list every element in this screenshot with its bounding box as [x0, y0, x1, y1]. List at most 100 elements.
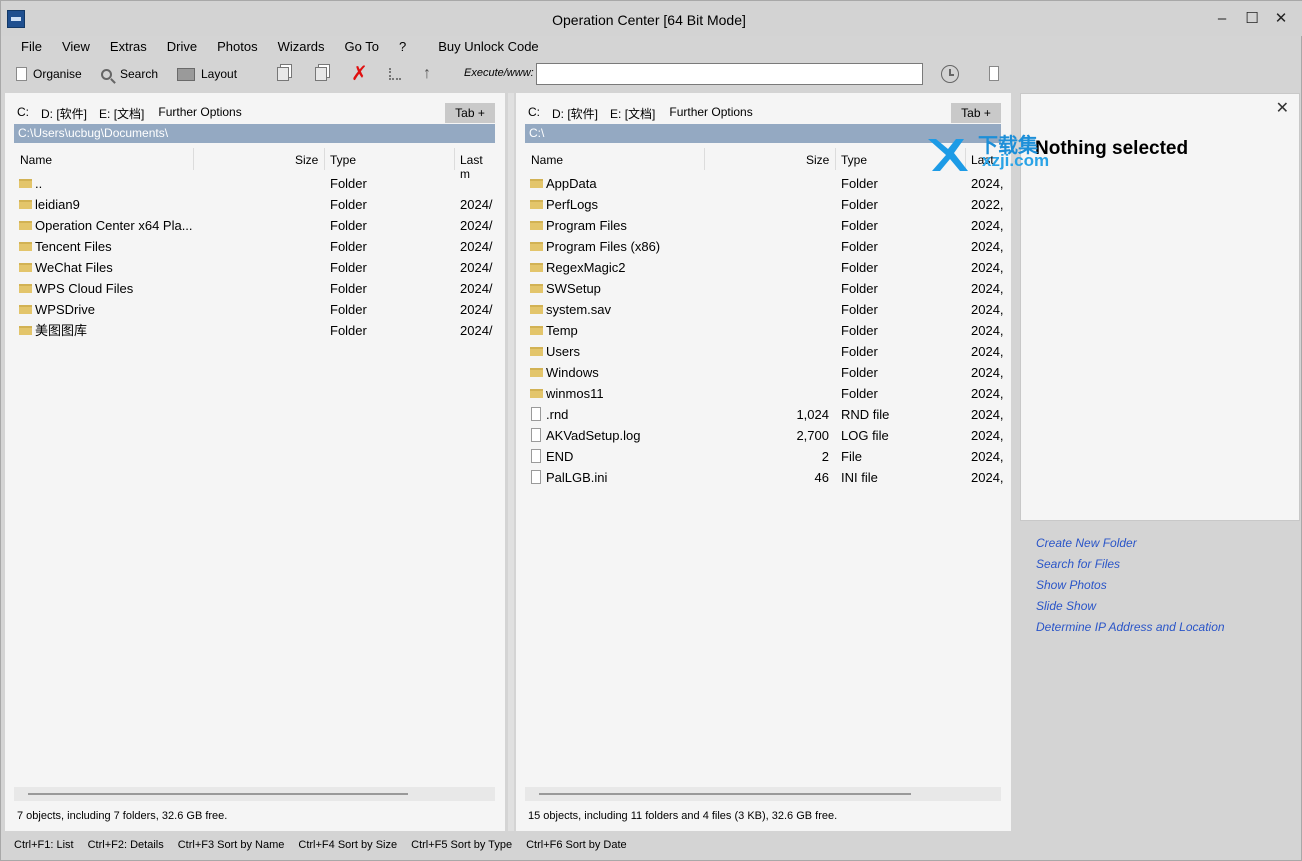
table-row[interactable]: WPS Cloud Files Folder 2024/ — [14, 278, 495, 299]
table-row[interactable]: winmos11 Folder 2024, — [525, 383, 1004, 404]
horizontal-scrollbar[interactable] — [525, 787, 1001, 801]
scroll-thumb[interactable] — [539, 793, 911, 795]
cell-type: Folder — [841, 197, 878, 212]
search-label: Search — [120, 67, 159, 81]
menu-goto[interactable]: Go To — [335, 37, 389, 57]
table-row[interactable]: PalLGB.ini 46 INI file 2024, — [525, 467, 1004, 488]
menu-help[interactable]: ? — [389, 37, 416, 57]
table-row[interactable]: .. Folder — [14, 173, 495, 194]
scroll-thumb[interactable] — [28, 793, 408, 795]
close-icon[interactable]: ✕ — [1276, 98, 1289, 118]
drive-e[interactable]: E: [文档] — [610, 105, 655, 122]
table-row[interactable]: AKVadSetup.log 2,700 LOG file 2024, — [525, 425, 1004, 446]
table-row[interactable]: Program Files (x86) Folder 2024, — [525, 236, 1004, 257]
table-row[interactable]: END 2 File 2024, — [525, 446, 1004, 467]
horizontal-scrollbar[interactable] — [14, 787, 495, 801]
menu-buy-unlock[interactable]: Buy Unlock Code — [428, 37, 548, 57]
table-row[interactable]: Windows Folder 2024, — [525, 362, 1004, 383]
delete-button[interactable]: ✗ — [351, 64, 368, 84]
folder-icon — [19, 221, 32, 230]
pane-splitter[interactable] — [508, 93, 514, 831]
cell-type: Folder — [330, 239, 367, 254]
table-row[interactable]: Users Folder 2024, — [525, 341, 1004, 362]
table-row[interactable]: WPSDrive Folder 2024/ — [14, 299, 495, 320]
copy-button[interactable] — [277, 66, 289, 82]
link-search-files[interactable]: Search for Files — [1036, 557, 1225, 578]
drive-d[interactable]: D: [软件] — [41, 105, 87, 122]
col-size[interactable]: Size — [806, 153, 829, 167]
cell-name: Users — [546, 344, 580, 359]
page-icon[interactable] — [989, 66, 999, 81]
link-ip-address[interactable]: Determine IP Address and Location — [1036, 620, 1225, 641]
cell-date: 2024/ — [460, 239, 493, 254]
further-options[interactable]: Further Options — [158, 105, 241, 122]
cell-type: Folder — [841, 218, 878, 233]
drive-c[interactable]: C: — [17, 105, 29, 122]
execute-input[interactable] — [536, 63, 923, 85]
table-row[interactable]: Program Files Folder 2024, — [525, 215, 1004, 236]
paste-button[interactable] — [315, 66, 327, 82]
menu-file[interactable]: File — [11, 37, 52, 57]
table-row[interactable]: Operation Center x64 Pla... Folder 2024/ — [14, 215, 495, 236]
folder-icon — [530, 221, 543, 230]
folder-icon — [19, 326, 32, 335]
tree-button[interactable] — [389, 66, 401, 82]
col-name[interactable]: Name — [20, 153, 52, 167]
table-row[interactable]: Tencent Files Folder 2024/ — [14, 236, 495, 257]
table-row[interactable]: leidian9 Folder 2024/ — [14, 194, 495, 215]
menu-drive[interactable]: Drive — [157, 37, 207, 57]
shortcut-sort-date[interactable]: Ctrl+F6 Sort by Date — [519, 834, 634, 860]
maximize-icon[interactable]: ☐ — [1241, 10, 1263, 28]
layout-button[interactable]: Layout — [177, 66, 237, 82]
tab-add-button[interactable]: Tab + — [951, 103, 1001, 123]
shortcut-sort-name[interactable]: Ctrl+F3 Sort by Name — [171, 834, 292, 860]
cell-size: 1,024 — [796, 407, 829, 422]
cell-date: 2024/ — [460, 260, 493, 275]
cell-date: 2024/ — [460, 323, 493, 338]
folder-icon — [530, 179, 543, 188]
path-bar[interactable]: C:\Users\ucbug\Documents\ — [14, 124, 495, 143]
cell-type: Folder — [841, 239, 878, 254]
organise-button[interactable]: Organise — [16, 66, 82, 82]
menu-extras[interactable]: Extras — [100, 37, 157, 57]
status-text: 15 objects, including 11 folders and 4 f… — [528, 810, 838, 822]
table-row[interactable]: .rnd 1,024 RND file 2024, — [525, 404, 1004, 425]
link-create-folder[interactable]: Create New Folder — [1036, 536, 1225, 557]
link-show-photos[interactable]: Show Photos — [1036, 578, 1225, 599]
drive-d[interactable]: D: [软件] — [552, 105, 598, 122]
col-separator — [193, 148, 194, 170]
menu-photos[interactable]: Photos — [207, 37, 267, 57]
shortcut-details[interactable]: Ctrl+F2: Details — [81, 834, 171, 860]
col-size[interactable]: Size — [295, 153, 318, 167]
drive-c[interactable]: C: — [528, 105, 540, 122]
minimize-icon[interactable]: – — [1211, 10, 1233, 28]
cell-name: Program Files — [546, 218, 627, 233]
link-slide-show[interactable]: Slide Show — [1036, 599, 1225, 620]
paste-icon — [315, 67, 327, 81]
table-row[interactable]: RegexMagic2 Folder 2024, — [525, 257, 1004, 278]
search-button[interactable]: Search — [101, 66, 158, 82]
table-row[interactable]: WeChat Files Folder 2024/ — [14, 257, 495, 278]
menu-wizards[interactable]: Wizards — [268, 37, 335, 57]
up-button[interactable]: ↑ — [423, 65, 431, 82]
copy-icon — [277, 67, 289, 81]
table-row[interactable]: Temp Folder 2024, — [525, 320, 1004, 341]
further-options[interactable]: Further Options — [669, 105, 752, 122]
col-type[interactable]: Type — [330, 153, 356, 167]
table-row[interactable]: SWSetup Folder 2024, — [525, 278, 1004, 299]
table-row[interactable]: system.sav Folder 2024, — [525, 299, 1004, 320]
close-icon[interactable]: ✕ — [1270, 10, 1292, 28]
shortcut-sort-size[interactable]: Ctrl+F4 Sort by Size — [291, 834, 404, 860]
shortcut-list[interactable]: Ctrl+F1: List — [7, 834, 81, 860]
drive-e[interactable]: E: [文档] — [99, 105, 144, 122]
cell-type: RND file — [841, 407, 890, 422]
cell-type: Folder — [841, 281, 878, 296]
col-name[interactable]: Name — [531, 153, 563, 167]
tab-add-button[interactable]: Tab + — [445, 103, 495, 123]
shortcut-sort-type[interactable]: Ctrl+F5 Sort by Type — [404, 834, 519, 860]
table-row[interactable]: 美图图库 Folder 2024/ — [14, 320, 495, 341]
clock-icon[interactable] — [941, 65, 959, 83]
table-row[interactable]: PerfLogs Folder 2022, — [525, 194, 1004, 215]
col-type[interactable]: Type — [841, 153, 867, 167]
menu-view[interactable]: View — [52, 37, 100, 57]
